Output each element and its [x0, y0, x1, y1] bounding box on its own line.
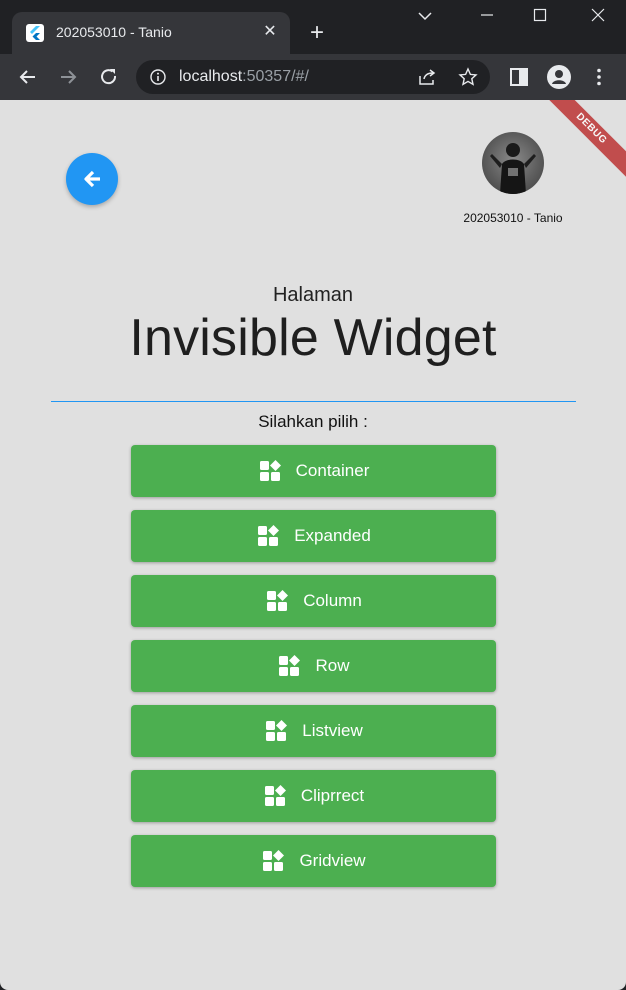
button-label: Listview: [302, 721, 363, 740]
divider: [51, 401, 576, 402]
expanded-button[interactable]: Expanded: [131, 510, 496, 562]
page-title: Invisible Widget: [129, 309, 497, 367]
button-label: Gridview: [299, 851, 366, 870]
back-arrow-icon[interactable]: [15, 64, 41, 90]
widgets-icon: [279, 655, 301, 676]
maximize-icon[interactable]: [527, 8, 553, 32]
address-bar[interactable]: localhost:50357/#/: [136, 60, 490, 94]
gridview-button[interactable]: Gridview: [131, 835, 496, 887]
site-info-icon[interactable]: [150, 69, 166, 90]
avatar: [482, 132, 544, 194]
cliprrect-button[interactable]: Cliprrect: [131, 770, 496, 822]
flutter-favicon-icon: [26, 24, 44, 42]
bookmark-star-icon[interactable]: [458, 67, 478, 92]
listview-button[interactable]: Listview: [131, 705, 496, 757]
arrow-left-icon: [84, 170, 100, 188]
browser-tab[interactable]: 202053010 - Tanio ✕: [12, 12, 290, 54]
tab-title: 202053010 - Tanio: [56, 24, 172, 40]
debug-banner: DEBUG: [538, 100, 626, 182]
widgets-icon: [263, 850, 285, 871]
column-button[interactable]: Column: [131, 575, 496, 627]
url-host: localhost: [179, 68, 243, 85]
url-port-path: :50357/#/: [242, 68, 309, 85]
side-panel-icon[interactable]: [506, 64, 532, 90]
kebab-menu-icon[interactable]: [586, 64, 612, 90]
page-subtitle: Halaman: [272, 284, 354, 306]
tab-strip: 202053010 - Tanio ✕ +: [0, 0, 626, 54]
close-tab-icon[interactable]: ✕: [260, 22, 280, 42]
button-label: Cliprrect: [300, 786, 365, 805]
back-button[interactable]: [66, 153, 118, 205]
button-label: Expanded: [294, 526, 371, 545]
reload-icon[interactable]: [96, 64, 122, 90]
widgets-icon: [258, 525, 280, 546]
button-label: Column: [303, 591, 362, 610]
widgets-icon: [267, 590, 289, 611]
browser-toolbar: localhost:50357/#/: [0, 54, 626, 100]
profile-icon[interactable]: [546, 64, 572, 90]
close-window-icon[interactable]: [585, 8, 611, 32]
profile-name: 202053010 - Tanio: [463, 211, 563, 225]
button-label: Row: [315, 656, 350, 675]
widgets-icon: [266, 720, 288, 741]
container-button[interactable]: Container: [131, 445, 496, 497]
app-page: 202053010 - Tanio DEBUG Halaman Invisibl…: [0, 100, 626, 990]
widgets-icon: [264, 785, 286, 806]
tab-search-chevron-icon[interactable]: [412, 8, 438, 32]
widgets-icon: [259, 460, 281, 481]
new-tab-plus-icon[interactable]: +: [304, 20, 330, 46]
minimize-icon[interactable]: [474, 8, 500, 32]
choose-prompt: Silahkan pilih :: [258, 412, 368, 431]
row-button[interactable]: Row: [131, 640, 496, 692]
url-text[interactable]: localhost:50357/#/: [179, 68, 309, 86]
forward-arrow-icon[interactable]: [55, 64, 81, 90]
button-label: Container: [295, 461, 370, 480]
share-icon[interactable]: [418, 68, 438, 91]
